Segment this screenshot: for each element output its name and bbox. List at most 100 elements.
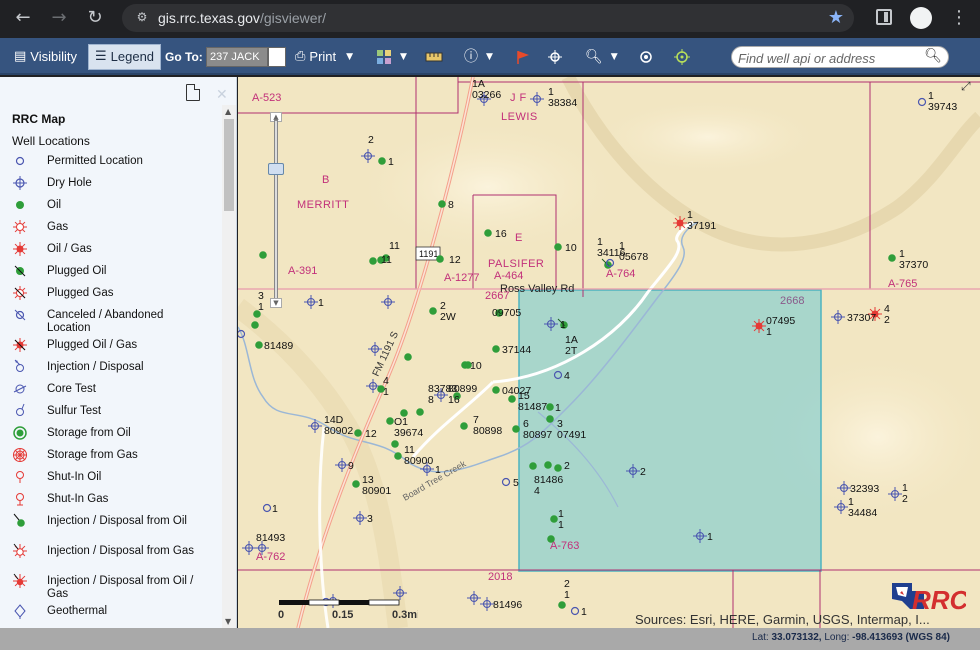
dry-well-icon[interactable] — [242, 541, 256, 555]
oil-well-icon[interactable] — [492, 345, 500, 353]
browser-chrome: ← → ↻ ⚙ gis.rrc.texas.gov/gisviewer/ ★ ⋮ — [0, 0, 980, 37]
dry-well-icon[interactable] — [381, 295, 395, 309]
oil-well-icon[interactable] — [438, 200, 446, 208]
permitted-well-icon[interactable] — [501, 477, 511, 487]
legend-scrollbar[interactable]: ▲ ▼ — [222, 105, 236, 628]
address-bar[interactable]: ⚙ gis.rrc.texas.gov/gisviewer/ ★ — [122, 4, 854, 32]
well-search-input[interactable] — [738, 49, 922, 67]
measure-button[interactable] — [425, 44, 443, 70]
bookmark-star-icon[interactable]: ★ — [828, 7, 844, 28]
basemap-button[interactable]: ▼ — [376, 44, 407, 70]
oil-well-icon[interactable] — [354, 429, 362, 437]
forward-arrow-icon[interactable]: → — [48, 7, 70, 29]
visibility-button[interactable]: ▤ Visibility — [14, 44, 77, 70]
oil-well-icon[interactable] — [259, 251, 267, 259]
dry-well-icon[interactable] — [467, 591, 481, 605]
scroll-down-icon[interactable]: ▼ — [225, 617, 231, 626]
well-label: 38384 — [548, 97, 577, 109]
oil-well-icon[interactable] — [547, 535, 555, 543]
zoom-slider[interactable]: ▲ ▼ — [268, 112, 284, 308]
dry-well-icon[interactable] — [530, 92, 544, 106]
oil-well-icon[interactable] — [378, 157, 386, 165]
identify-button[interactable]: ⓘ ▼ — [464, 44, 493, 70]
legend-item-label: Oil / Gas — [47, 243, 92, 255]
close-icon[interactable]: ✕ — [216, 87, 228, 103]
oilgas-well-icon[interactable] — [673, 216, 687, 230]
oil-well-icon[interactable] — [544, 461, 552, 469]
browser-menu-icon[interactable]: ⋮ — [950, 7, 968, 28]
oil-well-icon[interactable] — [484, 229, 492, 237]
print-button[interactable]: ⎙ Print ▼ — [295, 44, 353, 70]
zoom-track[interactable] — [274, 120, 278, 300]
oil-well-icon[interactable] — [554, 464, 562, 472]
goto-input[interactable] — [206, 47, 268, 67]
oilgas-well-icon[interactable] — [752, 319, 766, 333]
back-arrow-icon[interactable]: ← — [12, 7, 34, 29]
dry-well-icon[interactable] — [831, 310, 845, 324]
survey-label: PALSIFER — [488, 258, 544, 270]
oil-well-icon[interactable] — [394, 452, 402, 460]
flag-button[interactable] — [516, 44, 530, 70]
oil-well-icon[interactable] — [429, 307, 437, 315]
oil-well-icon[interactable] — [352, 480, 360, 488]
well-label: 11 — [389, 240, 400, 252]
dry-well-icon[interactable] — [304, 295, 318, 309]
zoom-out-icon[interactable]: ▼ — [270, 298, 282, 308]
dry-well-icon[interactable] — [335, 458, 349, 472]
profile-avatar[interactable] — [910, 7, 932, 29]
oil-well-icon[interactable] — [546, 403, 554, 411]
permitted-well-icon[interactable] — [917, 97, 927, 107]
locate-button[interactable] — [674, 44, 690, 70]
well-label: 5 — [513, 477, 519, 489]
crosshair-button[interactable] — [548, 44, 562, 70]
legend-item: Oil / Gas — [0, 241, 222, 263]
site-info-icon[interactable]: ⚙ — [134, 10, 150, 26]
zoom-button[interactable]: 🔍︎ ▼ — [585, 44, 618, 70]
zoom-thumb[interactable] — [268, 162, 284, 175]
visibility-label: Visibility — [30, 49, 78, 64]
dry-well-icon[interactable] — [353, 511, 367, 525]
oil-well-icon[interactable] — [251, 321, 259, 329]
survey-label: A-1277 — [444, 272, 479, 284]
oil-well-icon[interactable] — [554, 243, 562, 251]
goto-secondary-input[interactable] — [268, 47, 286, 67]
oil-well-icon[interactable] — [386, 417, 394, 425]
oil-well-icon[interactable] — [558, 601, 566, 609]
oil-well-icon[interactable] — [550, 515, 558, 523]
oil-well-icon[interactable] — [529, 462, 537, 470]
oil-well-icon[interactable] — [416, 408, 424, 416]
storage-gas-icon — [12, 447, 27, 462]
reload-icon[interactable]: ↻ — [84, 7, 106, 29]
map-canvas[interactable]: A-523 J F LEWIS B MERRITT E PALSIFER A-4… — [238, 77, 980, 628]
dry-well-icon[interactable] — [308, 419, 322, 433]
oil-well-icon[interactable] — [888, 254, 896, 262]
map-view[interactable]: A-523 J F LEWIS B MERRITT E PALSIFER A-4… — [238, 77, 980, 628]
oil-well-icon[interactable] — [546, 415, 554, 423]
side-panel-icon[interactable] — [876, 9, 892, 25]
permitted-well-icon[interactable] — [570, 606, 580, 616]
oil-well-icon[interactable] — [460, 422, 468, 430]
legend-item-label: Storage from Oil — [47, 427, 131, 439]
oil-well-icon[interactable] — [512, 425, 520, 433]
oil-well-icon[interactable] — [255, 341, 263, 349]
well-label: 37370 — [899, 259, 928, 271]
oil-well-icon[interactable] — [369, 257, 377, 265]
dry-well-icon[interactable] — [480, 597, 494, 611]
pdf-export-icon[interactable] — [186, 84, 200, 101]
well-label: 1 — [581, 606, 587, 618]
full-extent-button[interactable] — [639, 44, 653, 70]
permitted-well-icon[interactable] — [262, 503, 272, 513]
road-label: 1191 — [419, 249, 438, 259]
scroll-thumb[interactable] — [224, 119, 234, 211]
legend-button[interactable]: ☰ Legend — [88, 44, 162, 70]
well-label: 81493 — [256, 532, 285, 544]
legend-item: Plugged Oil / Gas — [0, 337, 222, 359]
oil-well-icon[interactable] — [404, 353, 412, 361]
expand-icon[interactable]: ⤢ — [961, 79, 975, 93]
url-text: gis.rrc.texas.gov/gisviewer/ — [158, 10, 327, 26]
oil-well-icon[interactable] — [492, 386, 500, 394]
oil-well-icon[interactable] — [436, 255, 444, 263]
oil-well-icon[interactable] — [391, 440, 399, 448]
scroll-up-icon[interactable]: ▲ — [225, 107, 231, 116]
search-icon[interactable]: 🔍︎ — [924, 48, 942, 64]
